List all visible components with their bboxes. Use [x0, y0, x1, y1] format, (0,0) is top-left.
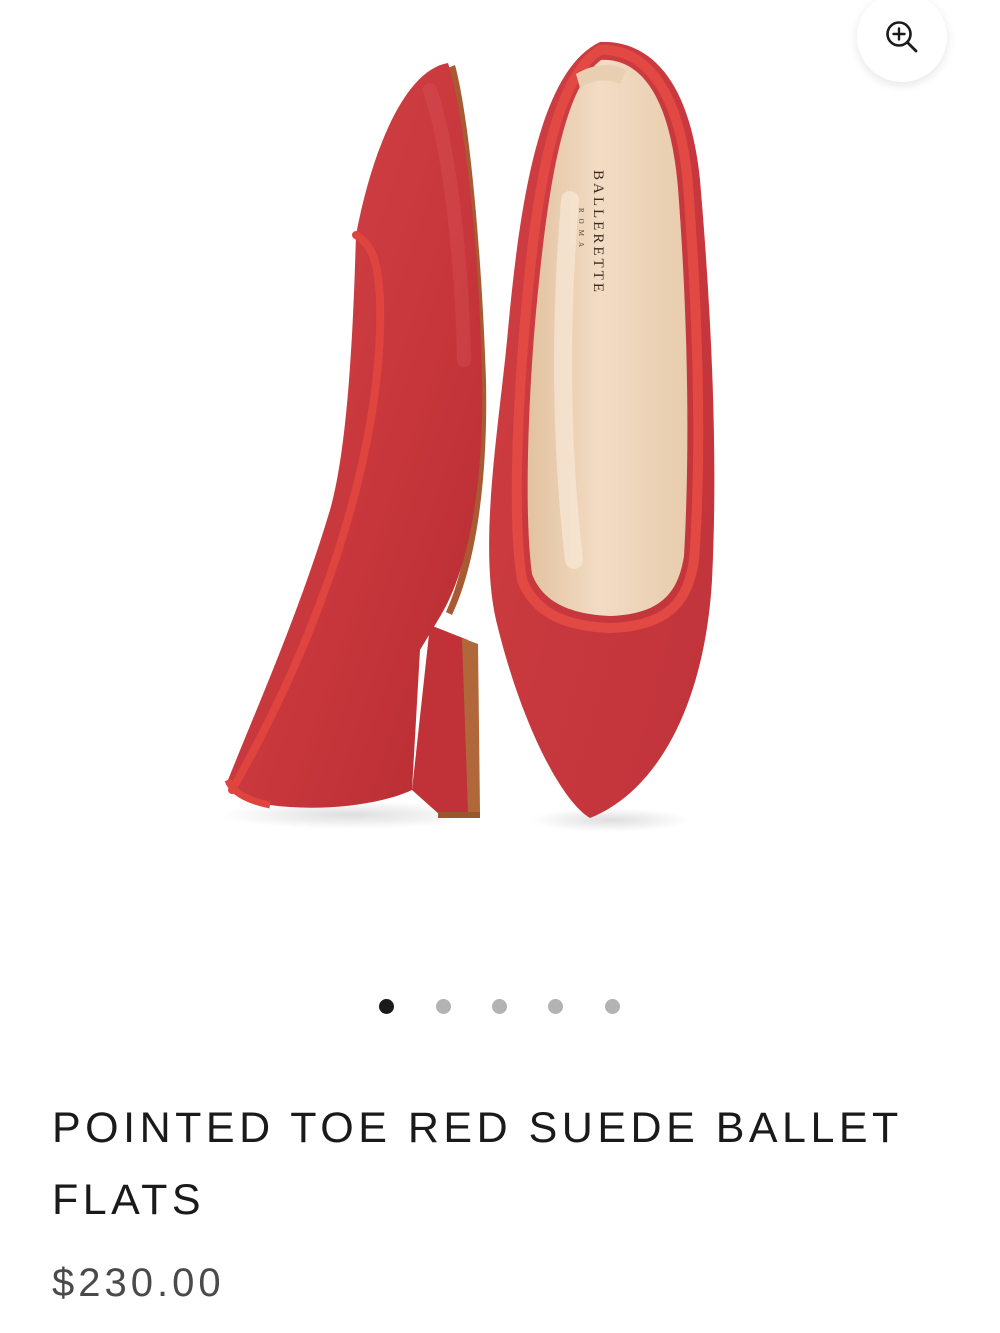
insole-brand: BALLERETTE: [590, 170, 606, 295]
gallery-dot-4[interactable]: [548, 999, 563, 1014]
gallery-dot-2[interactable]: [436, 999, 451, 1014]
product-title: POINTED TOE RED SUEDE BALLET FLATS: [52, 1104, 903, 1224]
gallery-pagination: [0, 999, 1000, 1017]
zoom-in-icon: [886, 21, 918, 53]
gallery-dot-3[interactable]: [492, 999, 507, 1014]
product-price: $230.00: [52, 1261, 225, 1305]
right-shoe: BALLERETTE ROMA: [489, 41, 715, 818]
gallery-dot-5[interactable]: [605, 999, 620, 1014]
insole-subbrand: ROMA: [577, 208, 585, 253]
gallery-dot-1[interactable]: [379, 999, 394, 1014]
left-shoe: [224, 63, 487, 818]
product-image-gallery[interactable]: BALLERETTE ROMA: [0, 0, 1000, 960]
product-photo: BALLERETTE ROMA: [220, 41, 715, 832]
